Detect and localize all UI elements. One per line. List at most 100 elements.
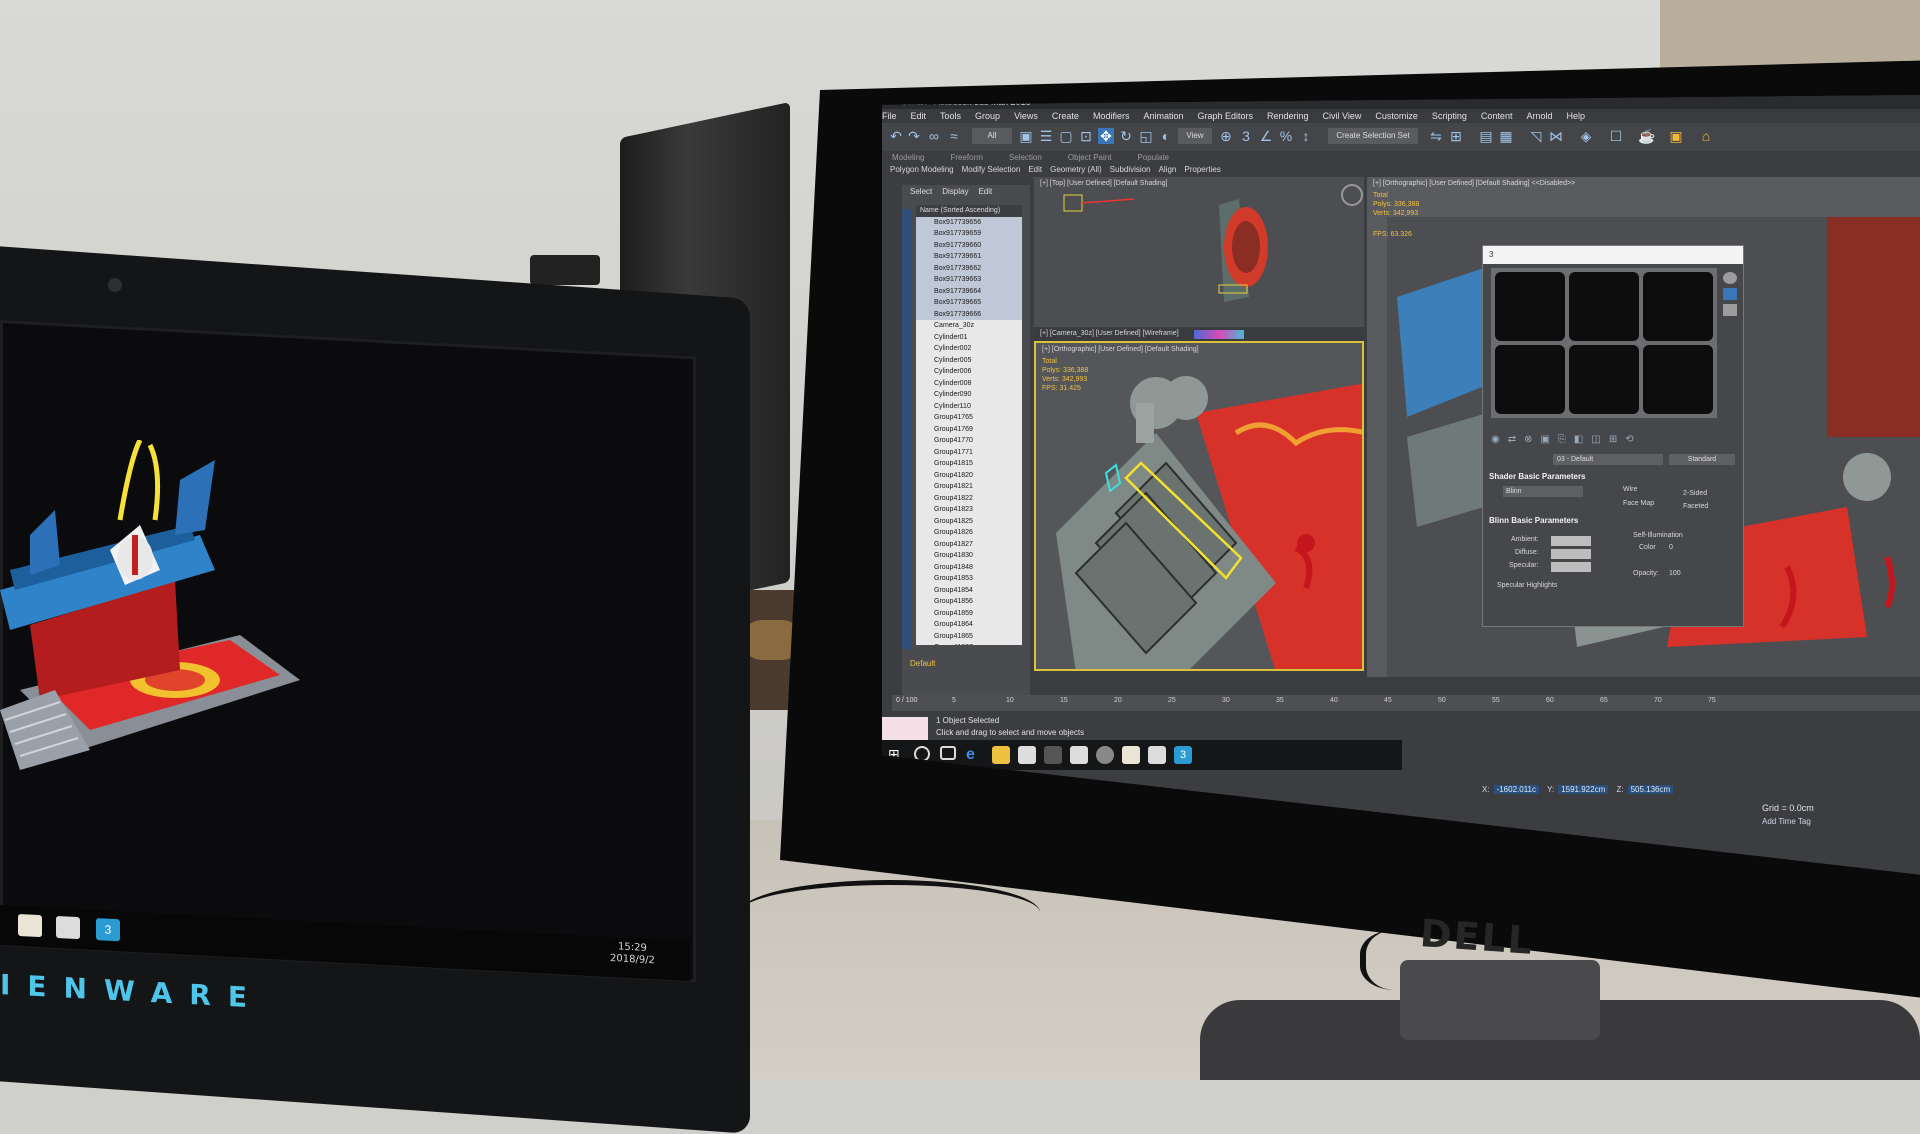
face-map-checkbox[interactable]: Face Map [1623,500,1654,507]
curve-editor-icon[interactable]: ◹ [1528,128,1544,144]
ribbon-subtab[interactable]: Modify Selection [962,165,1021,174]
explorer-list-item[interactable]: Group41859 [916,608,1022,620]
menu-item[interactable]: Help [1566,111,1585,121]
menu-item[interactable]: Create [1052,111,1079,121]
explorer-list-item[interactable]: Box917739661 [916,251,1022,263]
viewport-label[interactable]: [+] [Orthographic] [User Defined] [Defau… [1373,180,1575,187]
task-view-icon[interactable] [940,746,956,760]
y-coordinate-field[interactable]: 1591.922cm [1558,785,1609,794]
align-icon[interactable]: ⊞ [1448,128,1464,144]
select-by-name-icon[interactable]: ☰ [1038,128,1054,144]
photos-icon[interactable] [1148,746,1166,764]
render-setup-icon[interactable]: ☐ [1608,128,1624,144]
explorer-list-item[interactable]: Group41867 [916,642,1022,645]
wire-checkbox[interactable]: Wire [1623,486,1637,493]
menu-item[interactable]: Rendering [1267,111,1309,121]
pivot-icon[interactable]: ⊕ [1218,128,1234,144]
menu-item[interactable]: File [882,111,897,121]
explorer-list-item[interactable]: Group41825 [916,516,1022,528]
store-icon[interactable] [1018,746,1036,764]
ribbon-tab[interactable]: Object Paint [1068,153,1112,162]
explorer-list-item[interactable]: Cylinder006 [916,366,1022,378]
menu-item[interactable]: Graph Editors [1197,111,1253,121]
explorer-list-item[interactable]: Box917739660 [916,239,1022,251]
3dsmax-icon[interactable]: 3 [1174,746,1192,764]
edge-icon[interactable]: e [966,746,984,764]
explorer-list-item[interactable]: Group41822 [916,493,1022,505]
specular-swatch[interactable] [1551,562,1591,572]
viewport-label[interactable]: [+] [Orthographic] [User Defined] [Defau… [1042,346,1199,353]
place-icon[interactable]: ◐ [1158,128,1174,144]
app-icon[interactable] [1122,746,1140,764]
select-object-icon[interactable]: ▣ [1018,128,1034,144]
explorer-list-item[interactable]: Group41830 [916,550,1022,562]
explorer-list-item[interactable]: Box917739656 [916,216,1022,228]
ambient-swatch[interactable] [1551,536,1591,546]
menu-item[interactable]: Animation [1143,111,1183,121]
explorer-tab[interactable]: Display [942,187,968,196]
explorer-list-item[interactable]: Cylinder090 [916,389,1022,401]
explorer-list-item[interactable]: Box917739662 [916,262,1022,274]
viewport-label[interactable]: [+] [Camera_30z] [User Defined] [Wirefra… [1040,330,1179,337]
shader-dropdown[interactable]: Blinn [1503,486,1583,497]
explorer-list-item[interactable]: Cylinder008 [916,378,1022,390]
unlink-icon[interactable]: ≈ [946,128,962,144]
layer-explorer-icon[interactable]: ▤ [1478,128,1494,144]
render-icon[interactable]: ☕ [1638,128,1655,144]
menu-item[interactable]: Edit [911,111,927,121]
ribbon-subtab[interactable]: Edit [1028,165,1042,174]
menu-item[interactable]: Customize [1375,111,1418,121]
photos-icon[interactable] [56,915,80,940]
app-icon[interactable] [1096,746,1114,764]
selection-set-dropdown[interactable]: Create Selection Set [1328,128,1418,144]
explorer-list-item[interactable]: Group41856 [916,596,1022,608]
two-sided-checkbox[interactable]: 2-Sided [1683,490,1707,497]
material-slot[interactable] [1643,345,1713,414]
scale-icon[interactable]: ◱ [1138,128,1154,144]
explorer-list-item[interactable]: Group41771 [916,447,1022,459]
specular-highlights-header[interactable]: Specular Highlights [1497,582,1557,589]
ribbon-subtab[interactable]: Geometry (All) [1050,165,1102,174]
explorer-list-item[interactable]: Group41854 [916,585,1022,597]
color-value[interactable]: 0 [1669,544,1673,551]
explorer-list-item[interactable]: Box917739666 [916,308,1022,320]
menu-item[interactable]: Content [1481,111,1513,121]
ribbon-subtab[interactable]: Polygon Modeling [890,165,954,174]
explorer-list-item[interactable]: Camera_30z [916,320,1022,332]
explorer-list-item[interactable]: Cylinder002 [916,343,1022,355]
menu-item[interactable]: Tools [940,111,961,121]
explorer-list-item[interactable]: Group41864 [916,619,1022,631]
explorer-list-item[interactable]: Group41815 [916,458,1022,470]
material-editor-title[interactable]: 3 [1483,246,1743,264]
percent-snap-icon[interactable]: % [1278,128,1294,144]
explorer-list-item[interactable]: Group41823 [916,504,1022,516]
render-production-icon[interactable]: ⌂ [1698,128,1714,144]
ribbon-subtab[interactable]: Align [1159,165,1177,174]
shader-section-header[interactable]: Shader Basic Parameters [1489,472,1586,481]
ribbon-tab[interactable]: Populate [1137,153,1169,162]
explorer-tab[interactable]: Edit [978,187,992,196]
background-icon[interactable] [1723,304,1737,316]
ribbon-tab[interactable]: Freeform [950,153,982,162]
schematic-view-icon[interactable]: ⋈ [1548,128,1564,144]
explorer-list-item[interactable]: Cylinder110 [916,401,1022,413]
ribbon-subtab[interactable]: Properties [1184,165,1220,174]
ribbon-subtab[interactable]: Subdivision [1110,165,1151,174]
material-slot[interactable] [1495,345,1565,414]
explorer-list-item[interactable]: Group41848 [916,562,1022,574]
menu-item[interactable]: Arnold [1526,111,1552,121]
explorer-list-item[interactable]: Group41826 [916,527,1022,539]
blinn-section-header[interactable]: Blinn Basic Parameters [1489,516,1578,525]
menu-item[interactable]: Scripting [1432,111,1467,121]
material-type-button[interactable]: Standard [1669,454,1735,465]
material-slot[interactable] [1643,272,1713,341]
explorer-list-item[interactable]: Box917739659 [916,228,1022,240]
material-slot[interactable] [1495,272,1565,341]
menu-item[interactable]: Group [975,111,1000,121]
app-icon[interactable] [1044,746,1062,764]
explorer-list-item[interactable]: Group41770 [916,435,1022,447]
menu-item[interactable]: Views [1014,111,1038,121]
x-coordinate-field[interactable]: -1602.011c [1493,785,1539,794]
file-explorer-icon[interactable] [992,746,1010,764]
explorer-list-item[interactable]: Box917739663 [916,274,1022,286]
